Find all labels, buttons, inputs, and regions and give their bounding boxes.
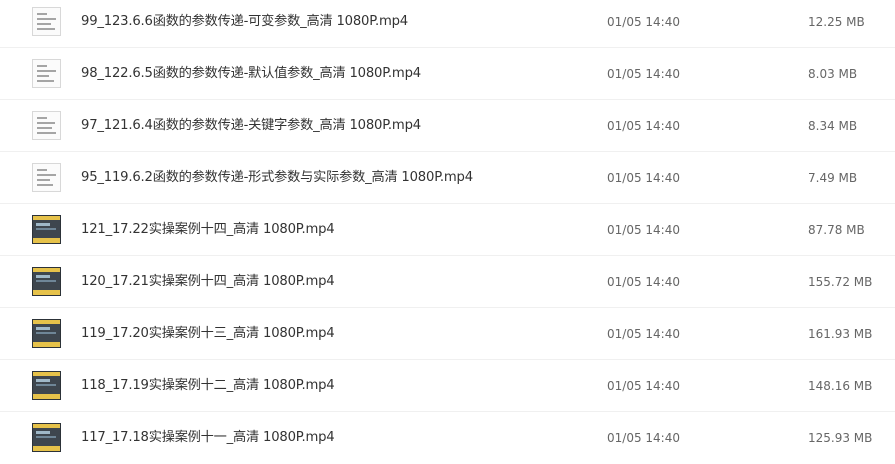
file-name[interactable]: 121_17.22实操案例十四_高清 1080P.mp4	[81, 221, 335, 239]
screen-thumbnail-icon	[32, 423, 61, 452]
file-row[interactable]: 117_17.18实操案例十一_高清 1080P.mp4 01/05 14:40…	[0, 412, 895, 464]
file-row[interactable]: 120_17.21实操案例十四_高清 1080P.mp4 01/05 14:40…	[0, 256, 895, 308]
file-size: 12.25 MB	[808, 15, 865, 29]
file-date: 01/05 14:40	[607, 119, 680, 133]
screen-thumbnail-icon	[32, 215, 61, 244]
file-size: 8.34 MB	[808, 119, 858, 133]
file-name[interactable]: 117_17.18实操案例十一_高清 1080P.mp4	[81, 429, 335, 447]
file-row[interactable]: 119_17.20实操案例十三_高清 1080P.mp4 01/05 14:40…	[0, 308, 895, 360]
document-thumbnail-icon	[32, 163, 61, 192]
document-thumbnail-icon	[32, 59, 61, 88]
file-row[interactable]: 118_17.19实操案例十二_高清 1080P.mp4 01/05 14:40…	[0, 360, 895, 412]
file-row[interactable]: 97_121.6.4函数的参数传递-关键字参数_高清 1080P.mp4 01/…	[0, 100, 895, 152]
file-date: 01/05 14:40	[607, 223, 680, 237]
file-name[interactable]: 98_122.6.5函数的参数传递-默认值参数_高清 1080P.mp4	[81, 65, 421, 83]
file-size: 161.93 MB	[808, 327, 873, 341]
file-size: 148.16 MB	[808, 379, 873, 393]
document-thumbnail-icon	[32, 111, 61, 140]
file-date: 01/05 14:40	[607, 15, 680, 29]
file-row[interactable]: 99_123.6.6函数的参数传递-可变参数_高清 1080P.mp4 01/0…	[0, 0, 895, 48]
file-name[interactable]: 95_119.6.2函数的参数传递-形式参数与实际参数_高清 1080P.mp4	[81, 169, 473, 187]
file-size: 87.78 MB	[808, 223, 865, 237]
file-row[interactable]: 95_119.6.2函数的参数传递-形式参数与实际参数_高清 1080P.mp4…	[0, 152, 895, 204]
screen-thumbnail-icon	[32, 319, 61, 348]
file-date: 01/05 14:40	[607, 327, 680, 341]
file-date: 01/05 14:40	[607, 275, 680, 289]
file-date: 01/05 14:40	[607, 431, 680, 445]
file-name[interactable]: 119_17.20实操案例十三_高清 1080P.mp4	[81, 325, 335, 343]
file-size: 125.93 MB	[808, 431, 873, 445]
file-name[interactable]: 99_123.6.6函数的参数传递-可变参数_高清 1080P.mp4	[81, 13, 408, 31]
file-name[interactable]: 97_121.6.4函数的参数传递-关键字参数_高清 1080P.mp4	[81, 117, 421, 135]
document-thumbnail-icon	[32, 7, 61, 36]
file-size: 8.03 MB	[808, 67, 858, 81]
file-row[interactable]: 121_17.22实操案例十四_高清 1080P.mp4 01/05 14:40…	[0, 204, 895, 256]
screen-thumbnail-icon	[32, 267, 61, 296]
file-list: 99_123.6.6函数的参数传递-可变参数_高清 1080P.mp4 01/0…	[0, 0, 895, 464]
screen-thumbnail-icon	[32, 371, 61, 400]
file-size: 155.72 MB	[808, 275, 873, 289]
file-row[interactable]: 98_122.6.5函数的参数传递-默认值参数_高清 1080P.mp4 01/…	[0, 48, 895, 100]
file-size: 7.49 MB	[808, 171, 858, 185]
file-name[interactable]: 118_17.19实操案例十二_高清 1080P.mp4	[81, 377, 335, 395]
file-name[interactable]: 120_17.21实操案例十四_高清 1080P.mp4	[81, 273, 335, 291]
file-date: 01/05 14:40	[607, 67, 680, 81]
file-date: 01/05 14:40	[607, 171, 680, 185]
file-date: 01/05 14:40	[607, 379, 680, 393]
